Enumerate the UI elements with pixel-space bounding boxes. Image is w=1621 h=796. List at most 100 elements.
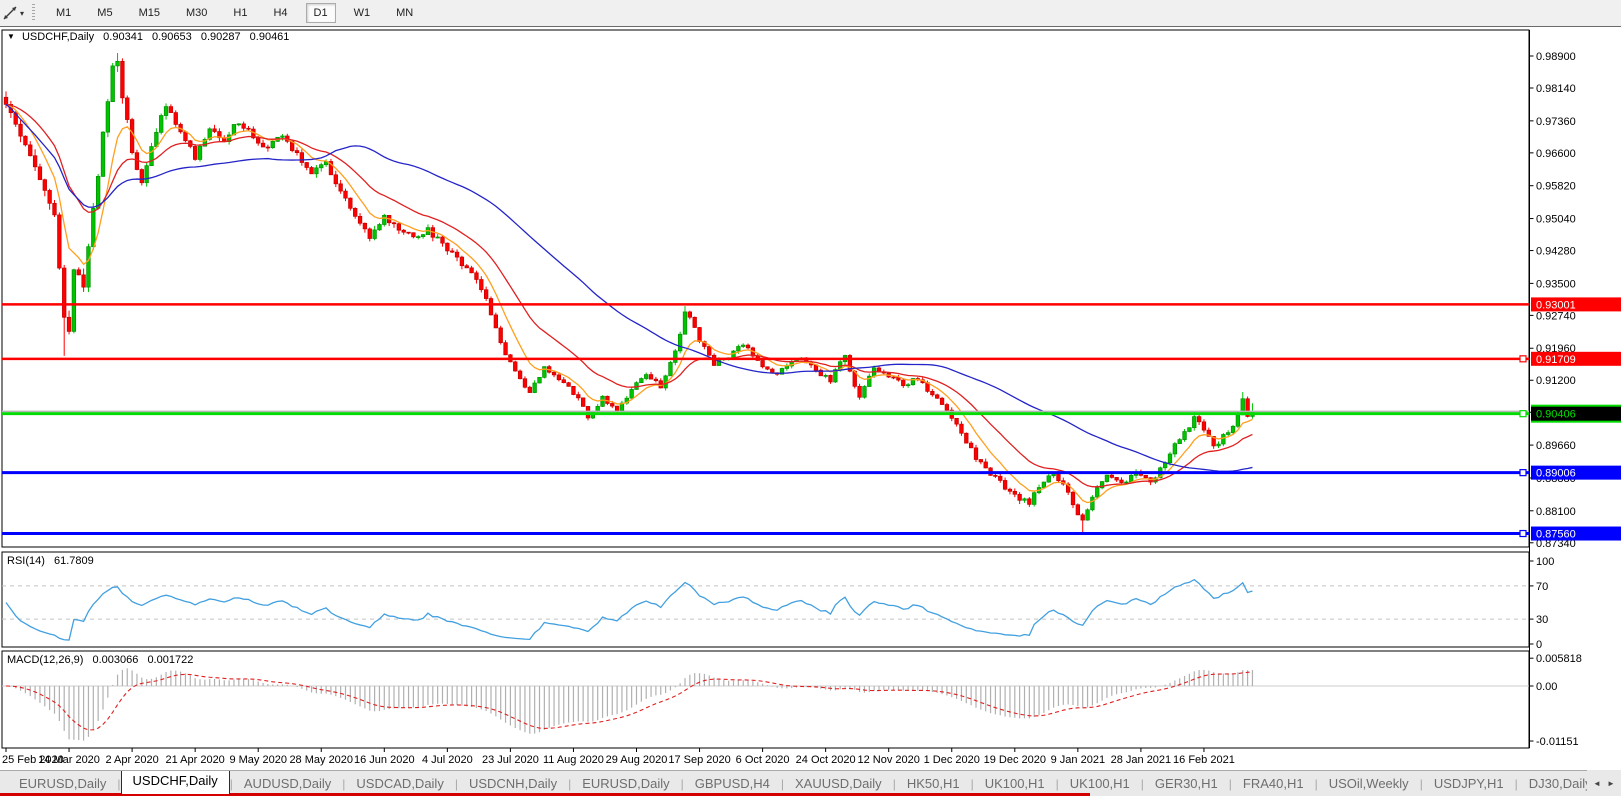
- candle-body: [378, 224, 382, 229]
- candle-body: [159, 116, 163, 133]
- ohlc-open-value: 0.90341: [103, 31, 143, 43]
- rsi-name: RSI(14): [7, 555, 45, 567]
- candle-body: [489, 299, 493, 315]
- candle-body: [1086, 510, 1090, 520]
- candle-body: [140, 170, 144, 183]
- candle-body: [1110, 475, 1114, 477]
- hline-marker[interactable]: [1520, 411, 1526, 417]
- tab-usdcad-daily[interactable]: USDCAD,Daily: [345, 772, 454, 795]
- timeframe-m15-button[interactable]: M15: [131, 3, 168, 23]
- price-tick-label: 0.96600: [1536, 148, 1576, 160]
- timeframe-h1-button[interactable]: H1: [225, 3, 255, 23]
- tab-scroll-right-icon[interactable]: ►: [1607, 779, 1615, 788]
- candle-body: [974, 448, 978, 460]
- candle-body: [654, 379, 658, 381]
- candle-body: [1032, 493, 1036, 505]
- candle-body: [441, 237, 445, 243]
- cursor-tool-icon[interactable]: [2, 5, 18, 21]
- candle-body: [353, 208, 357, 216]
- candle-body: [761, 360, 765, 366]
- price-tick-label: 0.98900: [1536, 51, 1576, 63]
- candle-body: [1115, 477, 1119, 480]
- candle-body: [28, 145, 32, 156]
- candle-body: [518, 371, 522, 379]
- candle-body: [693, 317, 697, 327]
- hline-marker[interactable]: [1520, 531, 1526, 537]
- candle-body: [1105, 475, 1109, 481]
- tab-uk100-h1[interactable]: UK100,H1: [1059, 772, 1141, 795]
- price-badge-label: 0.93001: [1536, 299, 1576, 311]
- tool-dropdown-icon[interactable]: ▾: [20, 9, 24, 18]
- macd-tick-label: 0.00: [1536, 681, 1557, 693]
- tab-usdchf-daily[interactable]: USDCHF,Daily: [121, 770, 230, 794]
- candle-body: [998, 476, 1002, 480]
- tab-usdjpy-h1[interactable]: USDJPY,H1: [1423, 772, 1515, 795]
- candle-body: [901, 380, 905, 386]
- candle-body: [1188, 428, 1192, 432]
- candle-body: [164, 107, 168, 116]
- candle-body: [412, 233, 416, 237]
- candle-body: [935, 395, 939, 398]
- hline-marker[interactable]: [1520, 470, 1526, 476]
- timeframe-d1-button[interactable]: D1: [306, 3, 336, 23]
- tab-eurusd-daily[interactable]: EURUSD,Daily: [8, 772, 117, 795]
- candle-body: [1192, 417, 1196, 428]
- candle-body: [669, 362, 673, 375]
- tab-uk100-h1[interactable]: UK100,H1: [974, 772, 1056, 795]
- tab-ger30-h1[interactable]: GER30,H1: [1144, 772, 1229, 795]
- tab-fra40-h1[interactable]: FRA40,H1: [1232, 772, 1315, 795]
- candle-body: [62, 268, 66, 317]
- candle-body: [193, 146, 197, 159]
- ohlc-close-value: 0.90461: [250, 31, 290, 43]
- timeframe-m1-button[interactable]: M1: [48, 3, 79, 23]
- toolbar-grip[interactable]: [32, 4, 35, 22]
- candle-body: [707, 347, 711, 356]
- candle-body: [1183, 432, 1187, 440]
- candle-body: [48, 190, 52, 203]
- candle-body: [674, 351, 678, 362]
- candle-body: [931, 391, 935, 394]
- candle-body: [53, 203, 57, 215]
- timeframe-w1-button[interactable]: W1: [346, 3, 379, 23]
- tab-usdcnh-daily[interactable]: USDCNH,Daily: [458, 772, 568, 795]
- macd-panel-frame: [2, 651, 1529, 748]
- tab-xauusd-daily[interactable]: XAUUSD,Daily: [784, 772, 893, 795]
- candle-body: [1202, 422, 1206, 430]
- candle-body: [373, 230, 377, 239]
- candle-body: [994, 475, 998, 476]
- tab-scroll-left-icon[interactable]: ◄: [1593, 779, 1601, 788]
- candle-body: [237, 124, 241, 125]
- ohlc-low-value: 0.90287: [201, 31, 241, 43]
- tab-audusd-daily[interactable]: AUDUSD,Daily: [233, 772, 342, 795]
- candle-body: [116, 61, 120, 66]
- candle-body: [24, 136, 28, 145]
- price-tick-label: 0.97360: [1536, 116, 1576, 128]
- candle-body: [397, 224, 401, 230]
- price-tick-label: 0.95820: [1536, 181, 1576, 193]
- candle-body: [334, 175, 338, 184]
- tab-hk50-h1[interactable]: HK50,H1: [896, 772, 971, 795]
- timeframe-m30-button[interactable]: M30: [178, 3, 215, 23]
- candle-body: [358, 216, 362, 223]
- chart-collapse-icon[interactable]: ▼: [7, 32, 15, 41]
- tab-eurusd-daily[interactable]: EURUSD,Daily: [571, 772, 680, 795]
- timeframe-h4-button[interactable]: H4: [265, 3, 295, 23]
- candle-body: [1028, 499, 1032, 505]
- candle-body: [523, 379, 527, 387]
- candle-body: [615, 406, 619, 411]
- hline-marker[interactable]: [1520, 356, 1526, 362]
- price-badge-label: 0.91709: [1536, 354, 1576, 366]
- price-tick-label: 0.95040: [1536, 214, 1576, 226]
- candle-body: [683, 312, 687, 334]
- main-panel-frame: [2, 30, 1529, 547]
- candle-body: [829, 375, 833, 382]
- candle-body: [610, 403, 614, 406]
- tab-gbpusd-h4[interactable]: GBPUSD,H4: [684, 772, 781, 795]
- chart-title: ▼ USDCHF,Daily 0.90341 0.90653 0.90287 0…: [7, 30, 289, 44]
- timeframe-m5-button[interactable]: M5: [89, 3, 120, 23]
- tab-usoil-weekly[interactable]: USOil,Weekly: [1318, 772, 1420, 795]
- candle-body: [1081, 515, 1085, 520]
- candle-body: [1144, 475, 1148, 477]
- candle-body: [460, 257, 464, 266]
- timeframe-mn-button[interactable]: MN: [388, 3, 421, 23]
